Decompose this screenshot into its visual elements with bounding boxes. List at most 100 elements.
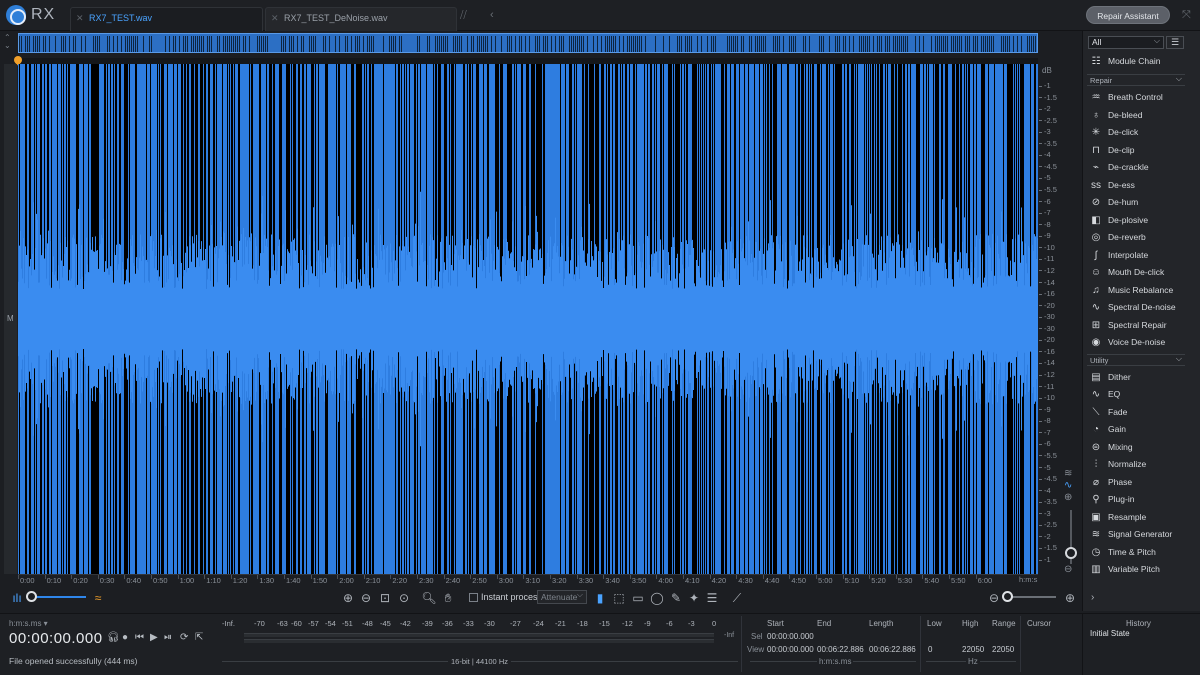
module-item-spectral-de-noise[interactable]: ∿ Spectral De-noise (1087, 300, 1187, 316)
time-tick-label: 2:00 (337, 575, 354, 585)
go-to-start-button[interactable]: ⏮︎ (135, 632, 144, 643)
module-item-normalize[interactable]: ⫶ Normalize (1087, 457, 1187, 473)
loop-button[interactable]: ⟳ (180, 632, 188, 643)
frequency-selection-tool-icon[interactable]: ⬚ (611, 590, 627, 606)
module-chain-button[interactable]: ☷ Module Chain (1087, 54, 1187, 70)
instant-process-mode-select[interactable]: Attenuate (537, 590, 587, 604)
time-tick-label: 4:10 (683, 575, 700, 585)
volume-envelope-icon[interactable]: ⟋ (729, 590, 745, 606)
lasso-tool-icon[interactable]: ◯ (649, 590, 665, 606)
chevron-down-icon: ⌵ (1175, 74, 1182, 83)
module-item-de-ess[interactable]: ss De-ess (1087, 178, 1187, 194)
db-tick-label: -1.5 (1039, 543, 1057, 552)
module-item-signal-generator[interactable]: ≋ Signal Generator (1087, 527, 1187, 543)
tab-rx7-test[interactable]: ✕ RX7_TEST.wav (70, 7, 263, 31)
module-item-de-clip[interactable]: ⊓ De-clip (1087, 143, 1187, 159)
headphones-icon[interactable]: 🎧︎ (107, 632, 120, 643)
module-item-de-bleed[interactable]: ♁ De-bleed (1087, 108, 1187, 124)
view-low-value[interactable]: 0 (928, 645, 932, 654)
play-button[interactable]: ▶ (150, 632, 158, 643)
close-tab-icon[interactable]: ✕ (271, 13, 279, 24)
zoom-out-horizontal-icon[interactable]: ⊖ (986, 590, 1002, 606)
module-item-de-plosive[interactable]: ◧ De-plosive (1087, 213, 1187, 229)
record-button[interactable]: ● (122, 632, 128, 643)
module-item-voice-de-noise[interactable]: ◉ Voice De-noise (1087, 335, 1187, 351)
magnify-tool-icon[interactable]: 🔍︎ (421, 590, 437, 606)
module-item-time-and-pitch[interactable]: ◷ Time & Pitch (1087, 545, 1187, 561)
history-item[interactable]: Initial State (1090, 629, 1130, 638)
module-item-dither[interactable]: ▤ Dither (1087, 370, 1187, 386)
tab-rx7-test-denoise[interactable]: ✕ RX7_TEST_DeNoise.wav (265, 7, 457, 31)
play-selection-button[interactable]: ⏯︎ (164, 632, 172, 643)
panel-expand-icon[interactable]: › (1091, 592, 1094, 603)
module-label: De-click (1108, 127, 1139, 137)
waveform-view-icon[interactable]: ≋ (1064, 468, 1072, 479)
spectrogram-opacity-icon[interactable]: ≈ (90, 590, 106, 606)
time-format-selector[interactable]: h:m:s.ms ▾ (9, 619, 48, 628)
slider-knob[interactable] (26, 591, 37, 602)
overview-collapse-icon[interactable]: ⌃ ⌄ (4, 34, 16, 50)
view-length-value[interactable]: 00:06:22.886 (869, 645, 916, 654)
view-start-value[interactable]: 00:00:00.000 (767, 645, 814, 654)
time-selection-tool-icon[interactable]: ▮ (592, 590, 608, 606)
waveform-overview[interactable] (18, 33, 1038, 53)
instant-process-checkbox[interactable] (469, 593, 478, 602)
module-item-resample[interactable]: ▣ Resample (1087, 510, 1187, 526)
hand-tool-icon[interactable]: ✋︎ (440, 590, 456, 606)
module-item-music-rebalance[interactable]: ♫ Music Rebalance (1087, 283, 1187, 299)
waveform-display[interactable] (18, 64, 1038, 574)
module-filter-select[interactable]: All (1088, 35, 1164, 49)
section-header-repair[interactable]: Repair ⌵ (1087, 74, 1185, 86)
settings-icon[interactable]: ⤧ (1182, 9, 1191, 22)
tab-overflow-icon[interactable]: ⧸⧸ (460, 10, 472, 24)
waveform-opacity-icon[interactable]: ılı (9, 590, 25, 606)
meter-scale-label: -57 (308, 619, 319, 628)
zoom-slider-knob[interactable] (1002, 591, 1013, 602)
magic-wand-icon[interactable]: ✦ (686, 590, 702, 606)
module-item-de-hum[interactable]: ⊘ De-hum (1087, 195, 1187, 211)
meter-scale-label: -54 (325, 619, 336, 628)
module-item-interpolate[interactable]: ∫ Interpolate (1087, 248, 1187, 264)
db-tick-label: -1.5 (1039, 93, 1057, 102)
view-high-value[interactable]: 22050 (962, 645, 984, 654)
repair-assistant-button[interactable]: Repair Assistant (1086, 6, 1170, 24)
module-item-eq[interactable]: ∿ EQ (1087, 387, 1187, 403)
time-frequency-selection-tool-icon[interactable]: ▭ (630, 590, 646, 606)
time-ruler[interactable]: 0:00 0:10 0:20 0:30 0:40 0:50 1:00 1:10 1:20 1:30… (18, 574, 1038, 585)
zoom-in-icon[interactable]: ⊕ (340, 590, 356, 606)
view-range-value[interactable]: 22050 (992, 645, 1014, 654)
brush-tool-icon[interactable]: ✎ (668, 590, 684, 606)
section-header-utility[interactable]: Utility ⌵ (1087, 353, 1185, 366)
zoom-in-horizontal-icon[interactable]: ⊕ (1062, 590, 1078, 606)
zoom-in-vertical-icon[interactable]: ⊕ (1064, 492, 1072, 503)
module-item-fade[interactable]: ⟍ Fade (1087, 405, 1187, 421)
time-tick-label: 5:10 (842, 575, 860, 585)
module-item-de-click[interactable]: ✳ De-click (1087, 125, 1187, 141)
view-end-value[interactable]: 00:06:22.886 (817, 645, 864, 654)
zoom-out-icon[interactable]: ⊖ (358, 590, 374, 606)
module-item-variable-pitch[interactable]: ▥ Variable Pitch (1087, 562, 1187, 578)
module-item-breath-control[interactable]: ♒ Breath Control (1087, 90, 1187, 106)
sel-start-value[interactable]: 00:00:00.000 (767, 632, 814, 641)
back-arrow-icon[interactable]: ‹ (490, 9, 494, 21)
module-item-de-reverb[interactable]: ◎ De-reverb (1087, 230, 1187, 246)
module-item-de-crackle[interactable]: ⌁ De-crackle (1087, 160, 1187, 176)
module-item-phase[interactable]: ⌀ Phase (1087, 475, 1187, 491)
module-item-mixing[interactable]: ⊜ Mixing (1087, 440, 1187, 456)
waveform-spectrogram-slider[interactable] (30, 596, 86, 598)
db-tick-label: -30 (1039, 324, 1055, 333)
harmonic-selection-icon[interactable]: ☰ (704, 590, 720, 606)
zoom-out-vertical-icon[interactable]: ⊖ (1064, 564, 1072, 575)
close-tab-icon[interactable]: ✕ (76, 13, 84, 24)
export-button[interactable]: ⇱ (195, 632, 203, 643)
module-item-spectral-repair[interactable]: ⊞ Spectral Repair (1087, 318, 1187, 334)
vertical-zoom-knob[interactable] (1065, 547, 1077, 559)
zoom-selection-icon[interactable]: ⊡ (377, 590, 393, 606)
module-item-mouth-de-click[interactable]: ☺ Mouth De-click (1087, 265, 1187, 281)
horizontal-zoom-slider[interactable] (1006, 596, 1056, 598)
module-item-gain[interactable]: ◔ Gain (1087, 422, 1187, 438)
panel-menu-icon[interactable]: ☰ (1166, 36, 1184, 49)
spectrogram-view-icon[interactable]: ∿ (1064, 480, 1072, 491)
zoom-fit-icon[interactable]: ⊙ (396, 590, 412, 606)
module-item-plug-in[interactable]: ⚲ Plug-in (1087, 492, 1187, 508)
